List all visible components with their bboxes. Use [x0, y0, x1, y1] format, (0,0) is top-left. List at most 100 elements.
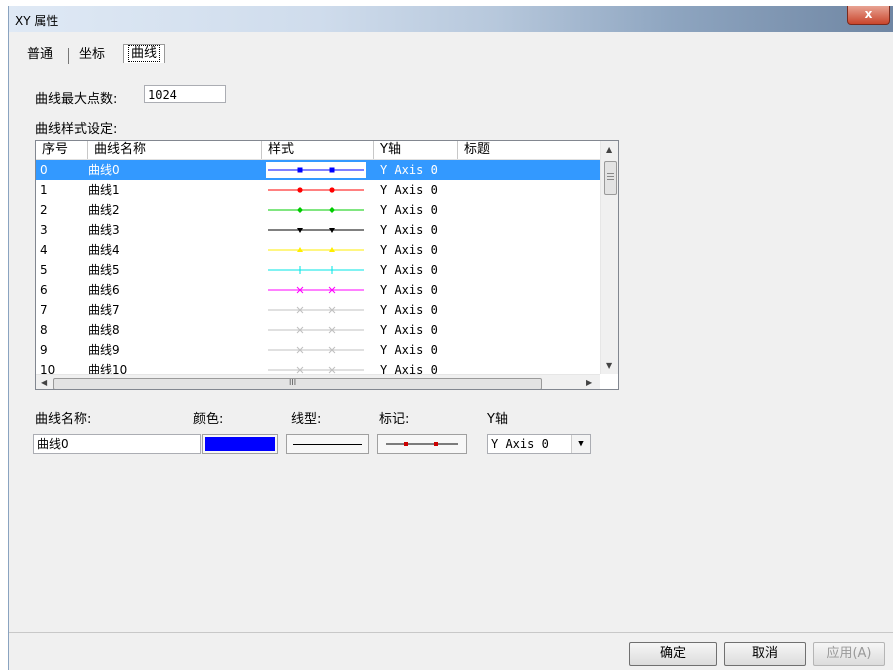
tab-curve[interactable]: 曲线 — [123, 44, 166, 63]
row-curve-name: 曲线5 — [88, 263, 120, 277]
table-row[interactable]: 0 曲线0 Y Axis 0 — [36, 160, 600, 180]
tab-general[interactable]: 普通 — [21, 46, 59, 64]
curve-name-label: 曲线名称: — [35, 412, 92, 427]
scroll-grip: III — [289, 378, 297, 387]
row-style-sample — [268, 228, 364, 233]
row-index: 5 — [40, 263, 48, 277]
table-row[interactable]: 4 曲线4 Y Axis 0 — [36, 240, 600, 260]
max-points-input[interactable]: 1024 — [144, 85, 226, 103]
row-index: 1 — [40, 183, 48, 197]
line-marker — [296, 266, 304, 274]
row-index: 8 — [40, 323, 48, 337]
line-sample — [293, 444, 362, 445]
row-index: 6 — [40, 283, 48, 297]
row-style-sample — [268, 306, 364, 314]
row-index: 10 — [40, 363, 56, 374]
row-curve-name: 曲线3 — [88, 223, 120, 237]
linetype-button[interactable] — [286, 434, 369, 454]
style-section-label: 曲线样式设定: — [35, 122, 118, 137]
scroll-down-arrow-icon[interactable]: ▼ — [606, 361, 612, 370]
row-style-sample — [268, 286, 364, 294]
row-yaxis: Y Axis 0 — [380, 323, 438, 337]
line-marker — [329, 187, 335, 193]
row-index: 9 — [40, 343, 48, 357]
line-marker — [297, 207, 303, 213]
yaxis-select[interactable]: Y Axis 0 ▼ — [487, 434, 591, 454]
row-index: 2 — [40, 203, 48, 217]
row-yaxis: Y Axis 0 — [380, 303, 438, 317]
column-header-name[interactable]: 曲线名称 — [88, 141, 262, 159]
row-yaxis: Y Axis 0 — [380, 263, 438, 277]
row-yaxis: Y Axis 0 — [380, 343, 438, 357]
tab-axis[interactable]: 坐标 — [73, 46, 111, 64]
row-style-sample — [268, 187, 364, 193]
row-style-sample — [268, 326, 364, 334]
line-marker — [329, 167, 335, 173]
row-style-sample — [268, 346, 364, 354]
table-row[interactable]: 6 曲线6 Y Axis 0 — [36, 280, 600, 300]
row-yaxis: Y Axis 0 — [380, 183, 438, 197]
column-header-style[interactable]: 样式 — [262, 141, 374, 159]
vertical-scrollbar[interactable]: ▲ ▼ — [600, 141, 618, 374]
title-bar[interactable]: XY 属性 x — [9, 6, 893, 32]
row-curve-name: 曲线4 — [88, 243, 120, 257]
table-row[interactable]: 7 曲线7 Y Axis 0 — [36, 300, 600, 320]
row-yaxis: Y Axis 0 — [380, 243, 438, 257]
row-style-sample — [268, 207, 364, 213]
row-yaxis: Y Axis 0 — [380, 283, 438, 297]
table-row[interactable]: 10 曲线10 Y Axis 0 — [36, 360, 600, 374]
row-curve-name: 曲线1 — [88, 183, 120, 197]
line-marker — [297, 187, 303, 193]
row-index: 7 — [40, 303, 48, 317]
row-curve-name: 曲线8 — [88, 323, 120, 337]
curve-name-input[interactable]: 曲线0 — [33, 434, 201, 454]
color-button[interactable] — [202, 434, 278, 454]
dialog-body: 普通 坐标 曲线 曲线最大点数: 1024 曲线样式设定: 序号 曲线名称 样式… — [9, 32, 893, 670]
horizontal-scroll-thumb[interactable]: III — [53, 378, 542, 389]
chevron-down-icon[interactable]: ▼ — [571, 435, 590, 453]
row-curve-name: 曲线0 — [88, 163, 120, 177]
table-row[interactable]: 5 曲线5 Y Axis 0 — [36, 260, 600, 280]
column-header-yaxis[interactable]: Y轴 — [374, 141, 458, 159]
color-label: 颜色: — [193, 412, 224, 427]
row-style-sample — [268, 247, 364, 252]
scroll-right-arrow-icon[interactable]: ▶ — [586, 378, 592, 387]
linetype-label: 线型: — [291, 412, 322, 427]
scroll-left-arrow-icon[interactable]: ◀ — [41, 378, 47, 387]
horizontal-scrollbar[interactable]: ◀ III ▶ — [36, 374, 600, 389]
marker-button[interactable] — [377, 434, 467, 454]
tab-divider — [68, 48, 69, 64]
table-row[interactable]: 1 曲线1 Y Axis 0 — [36, 180, 600, 200]
row-index: 0 — [40, 163, 48, 177]
row-index: 3 — [40, 223, 48, 237]
row-curve-name: 曲线9 — [88, 343, 120, 357]
line-marker — [329, 207, 335, 213]
close-button[interactable]: x — [847, 6, 890, 25]
row-curve-name: 曲线10 — [88, 363, 128, 374]
scroll-up-arrow-icon[interactable]: ▲ — [606, 145, 612, 154]
table-row[interactable]: 8 曲线8 Y Axis 0 — [36, 320, 600, 340]
row-style-sample — [266, 162, 366, 178]
curve-list-header: 序号 曲线名称 样式 Y轴 标题 — [36, 141, 600, 160]
window-title: XY 属性 — [15, 14, 59, 28]
ok-button[interactable]: 确定 — [629, 642, 717, 666]
row-yaxis: Y Axis 0 — [380, 363, 438, 374]
table-row[interactable]: 9 曲线9 Y Axis 0 — [36, 340, 600, 360]
marker-label: 标记: — [379, 412, 410, 427]
line-marker — [297, 167, 303, 173]
vertical-scroll-thumb[interactable] — [604, 161, 617, 195]
row-yaxis: Y Axis 0 — [380, 163, 438, 177]
table-row[interactable]: 2 曲线2 Y Axis 0 — [36, 200, 600, 220]
row-style-sample — [268, 266, 364, 274]
row-index: 4 — [40, 243, 48, 257]
cancel-button[interactable]: 取消 — [724, 642, 806, 666]
row-yaxis: Y Axis 0 — [380, 203, 438, 217]
curve-list[interactable]: 序号 曲线名称 样式 Y轴 标题 0 曲线0 Y Axis 0 1 曲线1 Y Axis … — [35, 140, 619, 390]
row-curve-name: 曲线2 — [88, 203, 120, 217]
table-row[interactable]: 3 曲线3 Y Axis 0 — [36, 220, 600, 240]
footer-divider — [9, 632, 893, 633]
column-header-title[interactable]: 标题 — [458, 141, 600, 159]
marker-sample-icon — [386, 442, 458, 446]
column-header-index[interactable]: 序号 — [36, 141, 88, 159]
apply-button[interactable]: 应用(A) — [813, 642, 885, 666]
